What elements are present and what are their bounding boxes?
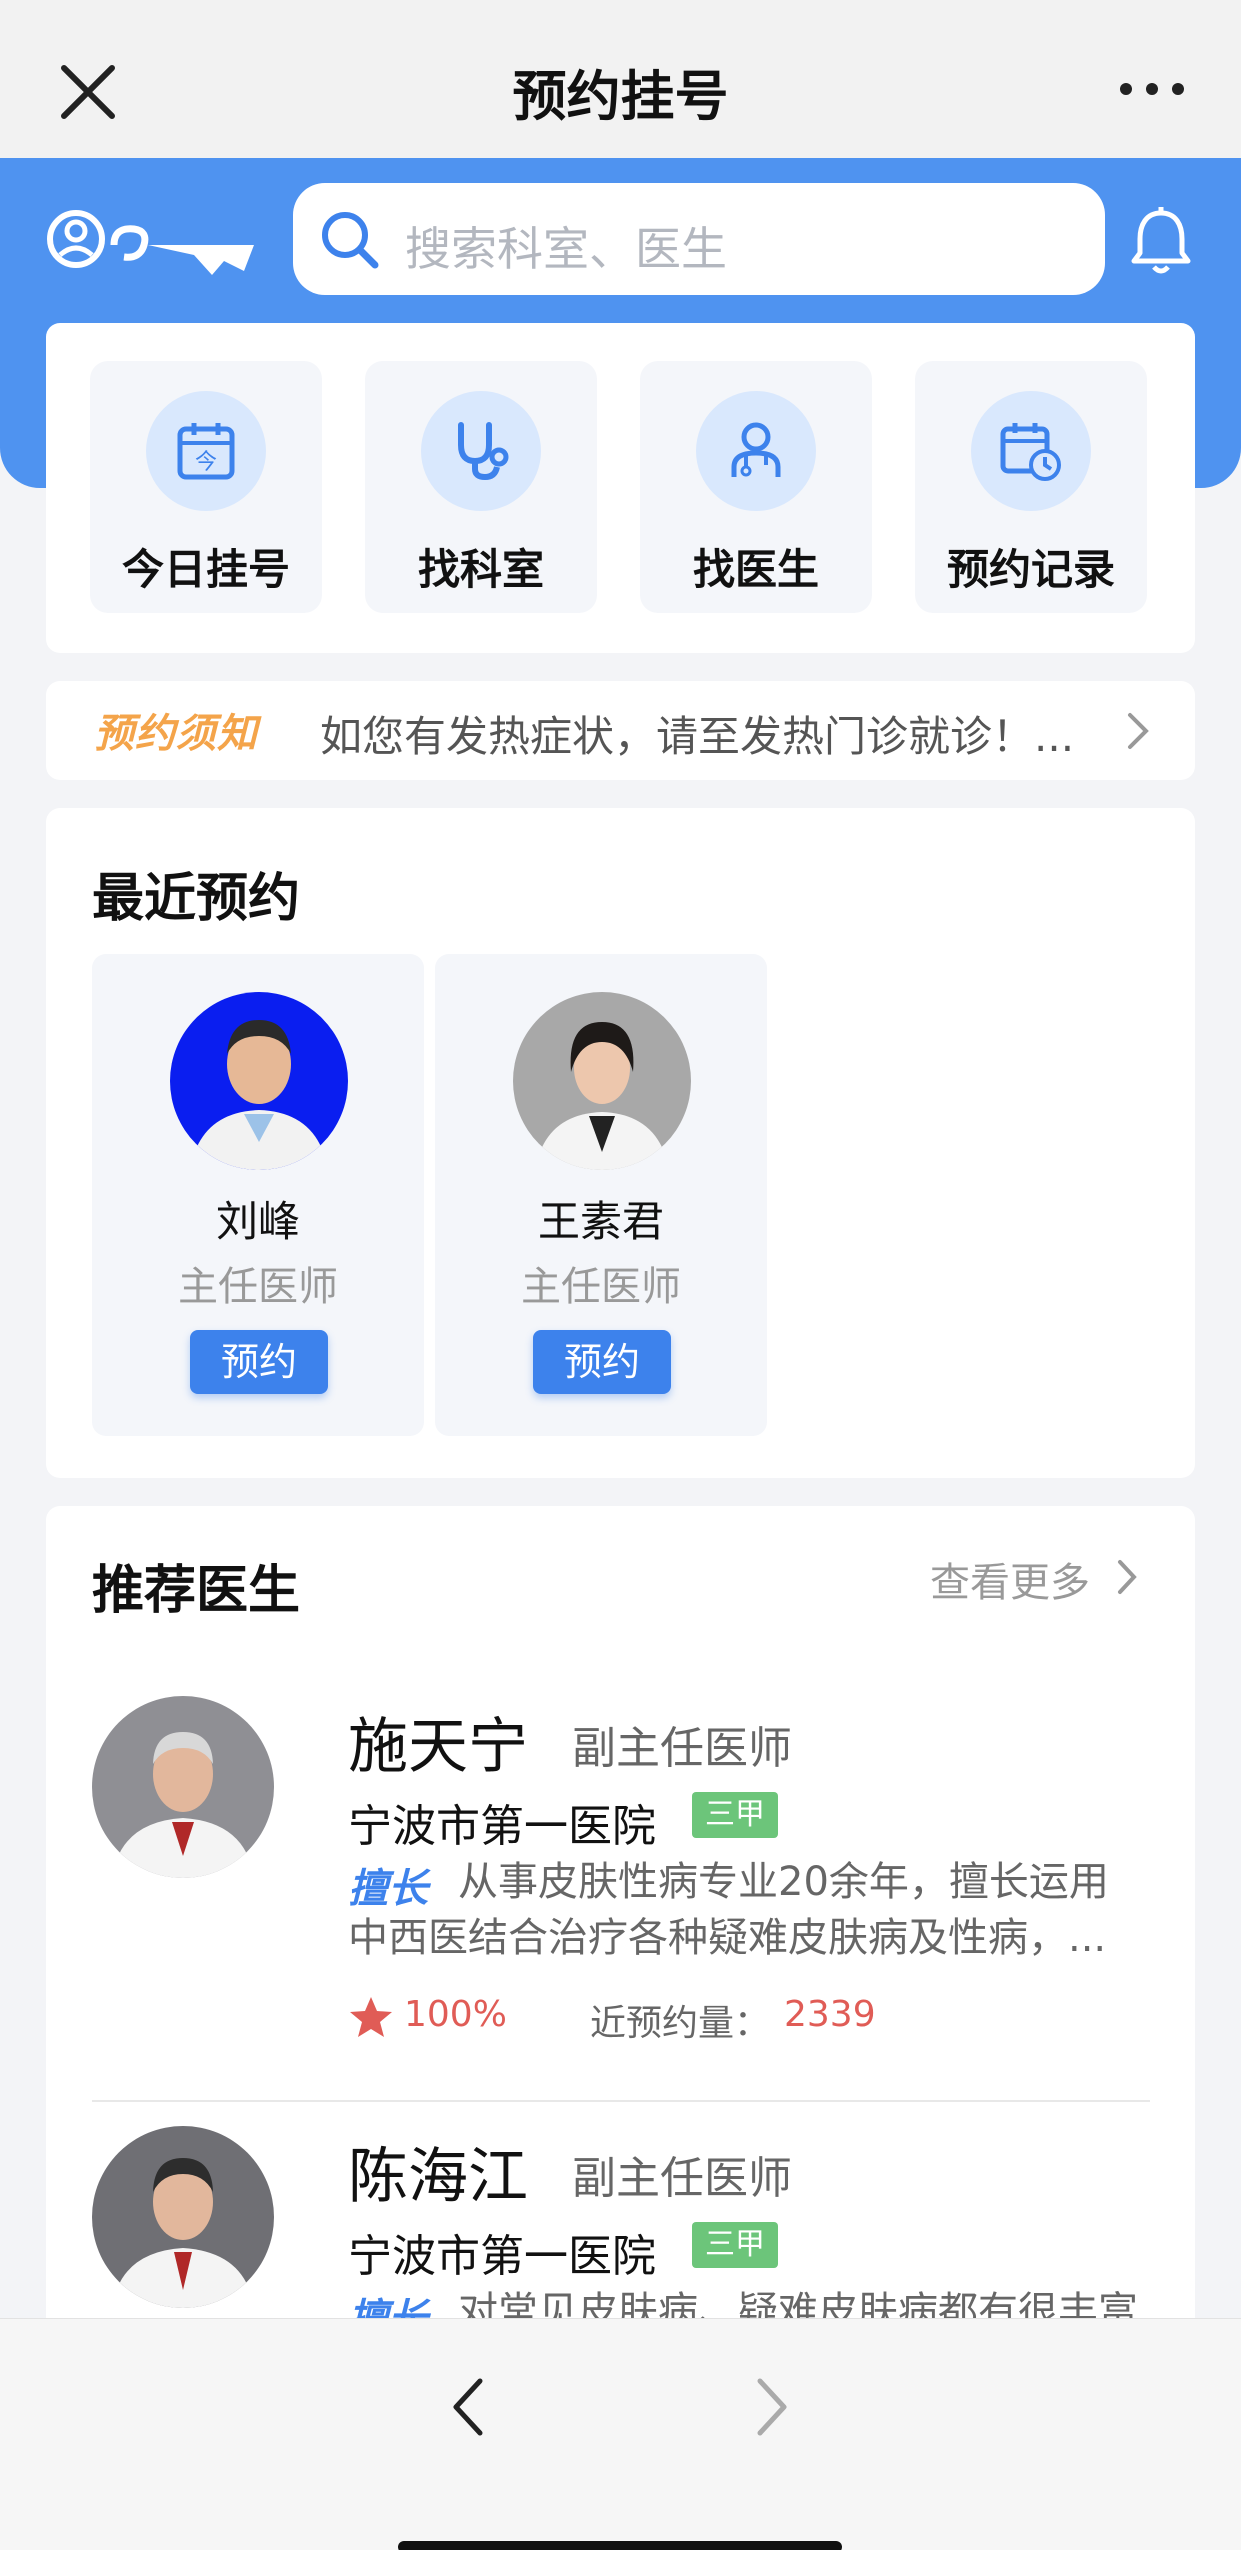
home-indicator [398, 2541, 842, 2550]
doctor-icon [696, 391, 816, 511]
section-title: 最近预约 [92, 869, 301, 929]
rating-value: 100% [404, 1994, 507, 2035]
calendar-today-icon: 今 [146, 391, 266, 511]
quick-actions-card: 今 今日挂号 找科室 找医生 预约记录 [46, 323, 1195, 653]
hospital-name: 宁波市第一医院 [348, 1801, 656, 1852]
chevron-right-icon [1118, 1560, 1137, 1594]
back-arrow-icon[interactable] [448, 2375, 488, 2439]
doctor-avatar [92, 1696, 274, 1878]
star-icon [350, 1997, 392, 2037]
forward-arrow-icon[interactable] [752, 2375, 792, 2439]
notice-text: 如您有发热症状，请至发热门诊就诊！... [320, 712, 1075, 761]
section-title: 推荐医生 [92, 1561, 301, 1621]
more-options-icon[interactable] [1118, 74, 1186, 104]
calendar-glyph: 今 [195, 450, 217, 475]
notice-tag: 预约须知 [94, 711, 258, 757]
quick-label: 今日挂号 [121, 545, 290, 594]
doctor-specialty: 从事皮肤性病专业20余年，擅长运用中西医结合治疗各种疑难皮肤病及性病，... [348, 1859, 1109, 1961]
calendar-clock-icon [971, 391, 1091, 511]
doctor-avatar [513, 992, 691, 1170]
doctor-title: 主任医师 [178, 1264, 338, 1310]
quick-today-register[interactable]: 今 今日挂号 [90, 361, 322, 613]
browser-bottom-bar [0, 2318, 1241, 2550]
hospital-logo-icon [47, 210, 254, 275]
quick-label: 找医生 [692, 545, 819, 594]
quick-label: 找科室 [417, 545, 544, 594]
doctor-name: 刘峰 [215, 1197, 300, 1246]
doctor-name: 王素君 [537, 1197, 664, 1246]
quick-label: 预约记录 [946, 545, 1115, 594]
quick-find-department[interactable]: 找科室 [365, 361, 597, 613]
recent-bookings-card: 最近预约 刘峰 主任医师 预约 王素君 主任医师 预约 [46, 808, 1195, 1478]
booking-notice-bar[interactable]: 预约须知 如您有发热症状，请至发热门诊就诊！... [46, 681, 1195, 780]
hospital-grade-badge: 三甲 [692, 2222, 778, 2268]
booking-count-label: 近预约量： [590, 2003, 771, 2044]
search-icon [322, 212, 379, 269]
specialty-tag: 擅长 [348, 1866, 428, 1912]
stethoscope-icon [421, 391, 541, 511]
search-placeholder: 搜索科室、医生 [405, 222, 727, 276]
recent-doctor-card[interactable]: 王素君 主任医师 预约 [435, 954, 767, 1436]
search-input[interactable]: 搜索科室、医生 [293, 183, 1105, 295]
bell-icon[interactable] [1128, 205, 1194, 277]
doctor-rank: 副主任医师 [572, 2153, 792, 2204]
doctor-rank: 副主任医师 [572, 1723, 792, 1774]
view-more-link[interactable]: 查看更多 [930, 1550, 1090, 1608]
chevron-right-icon [1128, 713, 1149, 749]
recent-doctor-card[interactable]: 刘峰 主任医师 预约 [92, 954, 424, 1436]
quick-booking-records[interactable]: 预约记录 [915, 361, 1147, 613]
book-button[interactable]: 预约 [190, 1330, 328, 1394]
hospital-name: 宁波市第一医院 [348, 2231, 656, 2282]
hospital-grade-badge: 三甲 [692, 1792, 778, 1838]
recommended-doctor-item[interactable]: 施天宁 副主任医师 宁波市第一医院 三甲 从事皮肤性病专业20余年，擅长运用中西… [92, 1696, 1150, 2116]
book-button[interactable]: 预约 [533, 1330, 671, 1394]
quick-find-doctor[interactable]: 找医生 [640, 361, 872, 613]
doctor-title: 主任医师 [521, 1264, 681, 1310]
doctor-name: 施天宁 [348, 1712, 528, 1782]
doctor-avatar [170, 992, 348, 1170]
doctor-avatar [92, 2126, 274, 2308]
booking-count-value: 2339 [784, 1994, 876, 2035]
top-nav-bar: 预约挂号 [0, 0, 1241, 158]
divider [92, 2100, 1150, 2102]
page-title: 预约挂号 [512, 65, 729, 128]
doctor-name: 陈海江 [348, 2142, 528, 2212]
